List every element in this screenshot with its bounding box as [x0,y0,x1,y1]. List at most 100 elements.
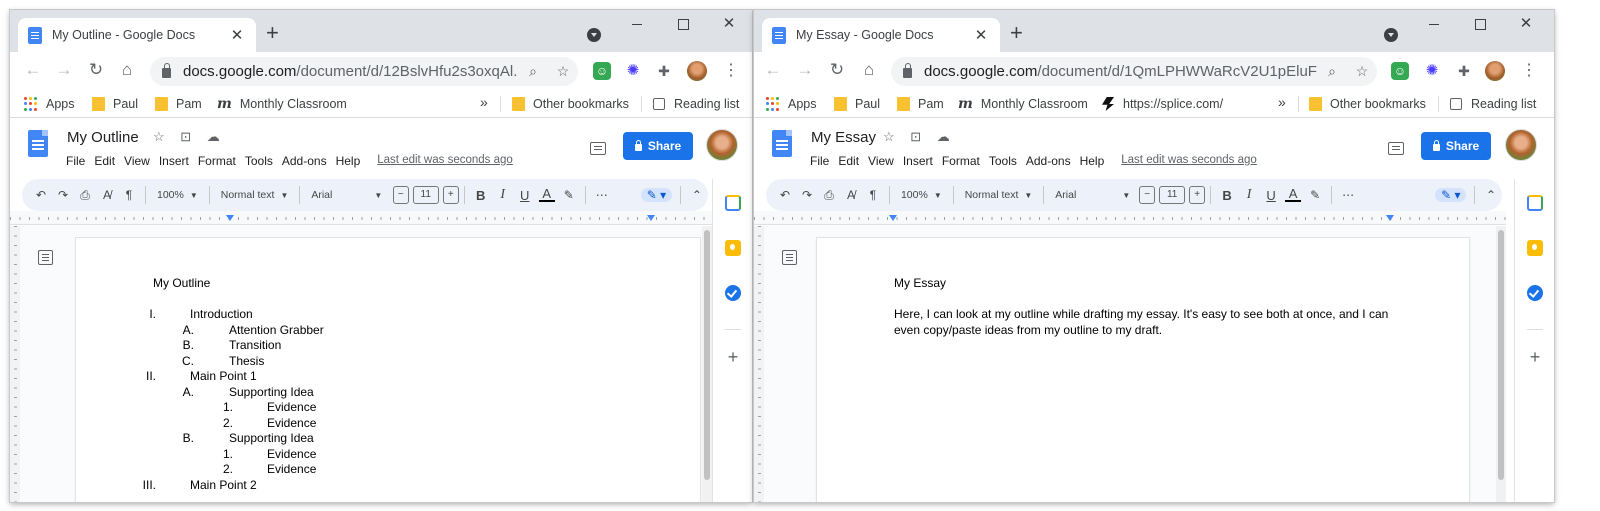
maximize-button[interactable] [1460,14,1500,34]
menu-view[interactable]: View [124,154,150,168]
comment-icon[interactable] [1388,142,1404,155]
menu-format[interactable]: Format [942,154,980,168]
decrease-size-button[interactable]: − [392,186,409,204]
menu-format[interactable]: Format [198,154,236,168]
print-icon[interactable]: ⎙ [821,188,837,203]
extension-screencast-icon[interactable]: ☺ [593,62,611,80]
star-icon[interactable]: ☆ [548,63,578,80]
style-select[interactable]: Normal text ▼ [965,189,1033,201]
minimize-button[interactable] [1414,14,1454,34]
more-options-icon[interactable]: ⋯ [1340,188,1356,202]
share-button[interactable]: Share [623,132,693,160]
menu-edit[interactable]: Edit [838,154,859,168]
menu-addons[interactable]: Add-ons [282,154,327,168]
reload-icon[interactable]: ↻ [85,60,107,80]
close-icon[interactable]: ✕ [228,26,246,44]
document-outline-icon[interactable] [782,250,797,265]
last-edit-link[interactable]: Last edit was seconds ago [377,154,513,168]
bold-button[interactable]: B [473,188,489,203]
zoom-select[interactable]: 100% ▼ [157,189,198,201]
address-bar[interactable]: docs.google.com/document/d/1QmLPHWWaRcV2… [891,57,1377,86]
vertical-ruler[interactable] [754,226,764,502]
profile-avatar[interactable] [687,61,707,81]
home-icon[interactable]: ⌂ [858,60,880,80]
doc-title[interactable]: My Outline [67,129,139,146]
docs-icon[interactable] [28,130,48,157]
address-bar[interactable]: docs.google.com/document/d/12BslvHfu2s3o… [150,57,578,86]
menu-tools[interactable]: Tools [245,154,273,168]
redo-icon[interactable]: ↷ [55,188,71,202]
close-icon[interactable]: ✕ [972,26,990,44]
underline-button[interactable]: U [1263,188,1279,203]
menu-addons[interactable]: Add-ons [1026,154,1071,168]
bookmark-apps[interactable]: Apps [24,95,75,113]
right-indent-marker[interactable] [647,215,655,221]
scroll-thumb[interactable] [1498,230,1504,480]
extension-screencast-icon[interactable]: ☺ [1391,62,1409,80]
new-tab-plus-icon[interactable]: + [1010,21,1023,45]
bookmark-other[interactable]: Other bookmarks [1309,95,1426,113]
bookmark-paul[interactable]: Paul [92,95,138,113]
menu-insert[interactable]: Insert [903,154,933,168]
font-size-stepper[interactable]: − 11 + [1139,186,1206,204]
add-ons-plus-icon[interactable]: + [725,347,741,368]
collapse-toolbar-icon[interactable]: ⌃ [689,188,705,202]
text-color-button[interactable]: A [538,187,555,202]
paint-format-icon[interactable]: ¶ [865,188,881,202]
extension-icon[interactable]: ✚ [1455,62,1473,80]
keep-icon[interactable] [1527,240,1543,256]
docs-icon[interactable] [772,130,792,157]
comment-icon[interactable] [590,142,606,155]
text-color-button[interactable]: A [1285,187,1302,202]
share-button[interactable]: Share [1421,132,1491,160]
tab-my-essay[interactable]: My Essay - Google Docs ✕ [762,18,1000,52]
font-size-stepper[interactable]: − 11 + [392,186,459,204]
bookmark-monthly-classroom[interactable]: m Monthly Classroom [958,95,1088,113]
account-avatar[interactable] [1505,129,1537,161]
bookmarks-overflow-icon[interactable]: » [480,94,488,110]
bookmark-apps[interactable]: Apps [766,95,817,113]
bookmark-monthly-classroom[interactable]: m Monthly Classroom [217,95,347,113]
italic-button[interactable]: I [1241,187,1257,203]
menu-file[interactable]: File [810,154,829,168]
profile-avatar[interactable] [1485,61,1505,81]
tab-search-icon[interactable] [1384,28,1398,42]
document-page[interactable]: My Outline I. Introduction A. Attention Gra… [76,238,700,502]
font-select[interactable]: Arial ▼ [311,189,386,201]
tab-my-outline[interactable]: My Outline - Google Docs ✕ [18,18,256,52]
bookmark-pam[interactable]: Pam [155,95,202,113]
indent-marker[interactable] [226,215,234,221]
keep-icon[interactable] [725,240,741,256]
pencil-icon[interactable]: ✎ ▾ [1435,188,1466,202]
spellcheck-icon[interactable]: A̸ [99,188,115,202]
calendar-icon[interactable] [725,195,741,211]
back-icon[interactable]: ← [22,60,44,80]
menu-view[interactable]: View [868,154,894,168]
highlight-icon[interactable]: ✎ [1307,188,1323,202]
bookmark-splice[interactable]: https://splice.com/ [1102,95,1223,113]
extension-spark-icon[interactable]: ✺ [624,62,642,80]
kebab-icon[interactable]: ⋮ [1521,61,1537,81]
menu-edit[interactable]: Edit [94,154,115,168]
vertical-scrollbar[interactable] [1496,226,1506,502]
pencil-icon[interactable]: ✎ ▾ [640,188,672,202]
indent-marker[interactable] [889,215,897,221]
extension-icon[interactable]: ✚ [655,62,673,80]
window-close-button[interactable]: ✕ [709,14,749,34]
back-icon[interactable]: ← [762,60,784,80]
right-indent-marker[interactable] [1386,215,1394,221]
zoom-icon[interactable]: ⌕ [518,63,548,80]
bookmark-other[interactable]: Other bookmarks [512,95,629,113]
last-edit-link[interactable]: Last edit was seconds ago [1121,154,1257,168]
undo-icon[interactable]: ↶ [33,188,49,202]
horizontal-ruler[interactable] [10,211,712,225]
redo-icon[interactable]: ↷ [799,188,815,202]
kebab-icon[interactable]: ⋮ [723,61,739,81]
font-size-value[interactable]: 11 [412,186,439,204]
undo-icon[interactable]: ↶ [777,188,793,202]
bookmarks-overflow-icon[interactable]: » [1278,94,1286,110]
window-close-button[interactable]: ✕ [1506,14,1546,34]
horizontal-ruler[interactable] [754,211,1506,225]
bookmark-reading-list[interactable]: Reading list [653,95,739,113]
menu-help[interactable]: Help [336,154,361,168]
